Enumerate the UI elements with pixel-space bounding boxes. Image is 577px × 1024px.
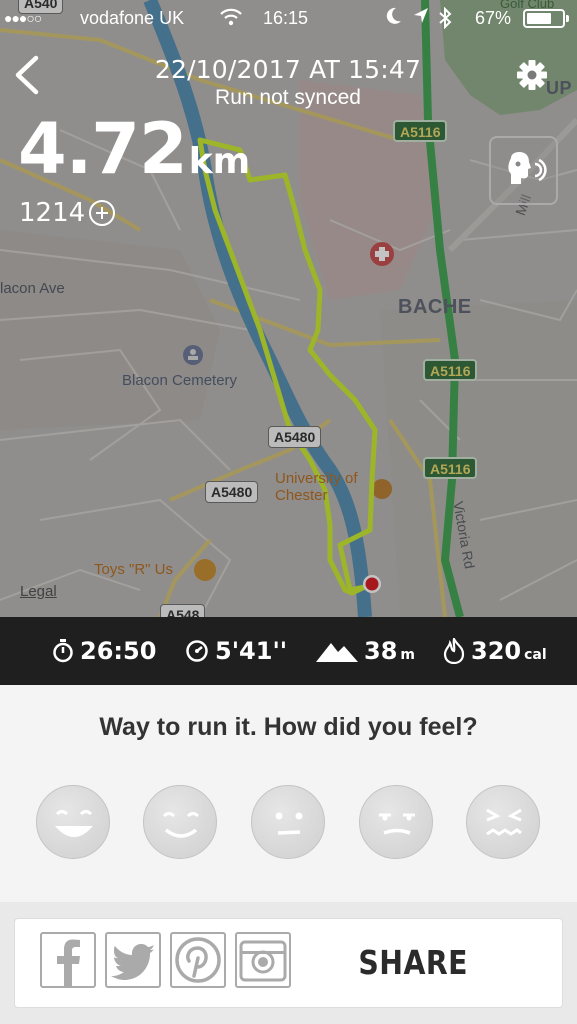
road-badge-a5116: A5116: [423, 359, 478, 381]
gear-icon: [517, 60, 547, 90]
unhappy-face-icon[interactable]: [359, 785, 433, 859]
map-label-toys: Toys "R" Us: [94, 561, 173, 578]
road-badge-a548: A548: [160, 604, 206, 617]
bluetooth-icon: [438, 6, 452, 34]
facebook-icon[interactable]: [40, 932, 96, 988]
sync-status: Run not synced: [215, 86, 361, 109]
duration-value: 26:50: [80, 637, 157, 665]
happy-face-icon[interactable]: [143, 785, 217, 859]
pinterest-icon[interactable]: [170, 932, 226, 988]
stat-calories: 320 cal: [443, 617, 547, 685]
elevation-value: 38: [364, 637, 398, 665]
road-badge-a5116: A5116: [393, 120, 448, 142]
pace-value: 5'41'': [215, 637, 288, 665]
speaking-head-icon: [508, 152, 547, 184]
distance-unit: km: [188, 141, 251, 182]
location-arrow-icon: [413, 7, 429, 30]
share-section: SHARE: [0, 902, 577, 1024]
chevron-left-icon: [15, 55, 39, 95]
twitter-icon[interactable]: [105, 932, 161, 988]
back-button[interactable]: [10, 52, 50, 100]
stat-pace: 5'41'': [185, 617, 287, 685]
stopwatch-icon: [52, 639, 74, 663]
map-label-university: University of Chester: [275, 470, 358, 504]
feeling-question: Way to run it. How did you feel?: [99, 713, 478, 741]
calories-value: 320: [471, 637, 522, 665]
run-date-title: 22/10/2017 AT 15:47: [154, 55, 422, 84]
moon-icon: [385, 6, 403, 31]
status-time: 16:15: [263, 8, 309, 28]
neutral-face-icon[interactable]: [251, 785, 325, 859]
map-label-cemetery: Blacon Cemetery: [122, 372, 238, 389]
camera-icon[interactable]: [235, 932, 291, 988]
run-distance: 4.72km: [18, 108, 250, 190]
status-bar: ●●●○○ vodafone UK 16:15 67%: [0, 0, 577, 38]
wifi-icon: [220, 8, 242, 31]
stat-duration: 26:50: [52, 617, 156, 685]
stat-elevation: 38 m: [316, 617, 415, 685]
very-unhappy-face-icon[interactable]: [466, 785, 540, 859]
distance-value: 4.72: [18, 108, 188, 190]
map-legal-link[interactable]: Legal: [20, 583, 57, 600]
signal-strength: ●●●○○: [4, 10, 42, 26]
flame-icon: [443, 638, 465, 664]
battery-icon: [523, 9, 569, 28]
calories-unit: cal: [524, 647, 547, 663]
plus-circle-icon: [89, 200, 116, 226]
battery-percent: 67%: [475, 8, 512, 28]
very-happy-face-icon[interactable]: [36, 785, 110, 859]
feeling-section: Way to run it. How did you feel?: [0, 685, 577, 902]
speedometer-icon: [185, 639, 209, 663]
elevation-unit: m: [400, 647, 415, 663]
mountain-icon: [316, 640, 358, 662]
road-badge-a5116: A5116: [423, 457, 478, 479]
carrier-name: vodafone UK: [80, 8, 185, 28]
share-button[interactable]: SHARE: [14, 918, 563, 1008]
fuel-value: 1214: [19, 198, 86, 228]
map-label-blacon-ave: lacon Ave: [0, 280, 65, 297]
road-badge-a5480: A5480: [268, 426, 322, 448]
run-stats-bar: 26:50 5'41'' 38 m 320 cal: [0, 617, 577, 685]
share-label: SHARE: [358, 943, 468, 982]
map-label-bache: BACHE: [398, 296, 472, 318]
audio-feedback-button[interactable]: [489, 136, 558, 205]
run-map[interactable]: A5116 A5116 A5116 A5480 A5480 A540 A548 …: [0, 0, 577, 617]
settings-button[interactable]: [515, 58, 551, 94]
nikefuel-score: 1214: [19, 198, 116, 228]
road-badge-a5480: A5480: [205, 481, 259, 503]
